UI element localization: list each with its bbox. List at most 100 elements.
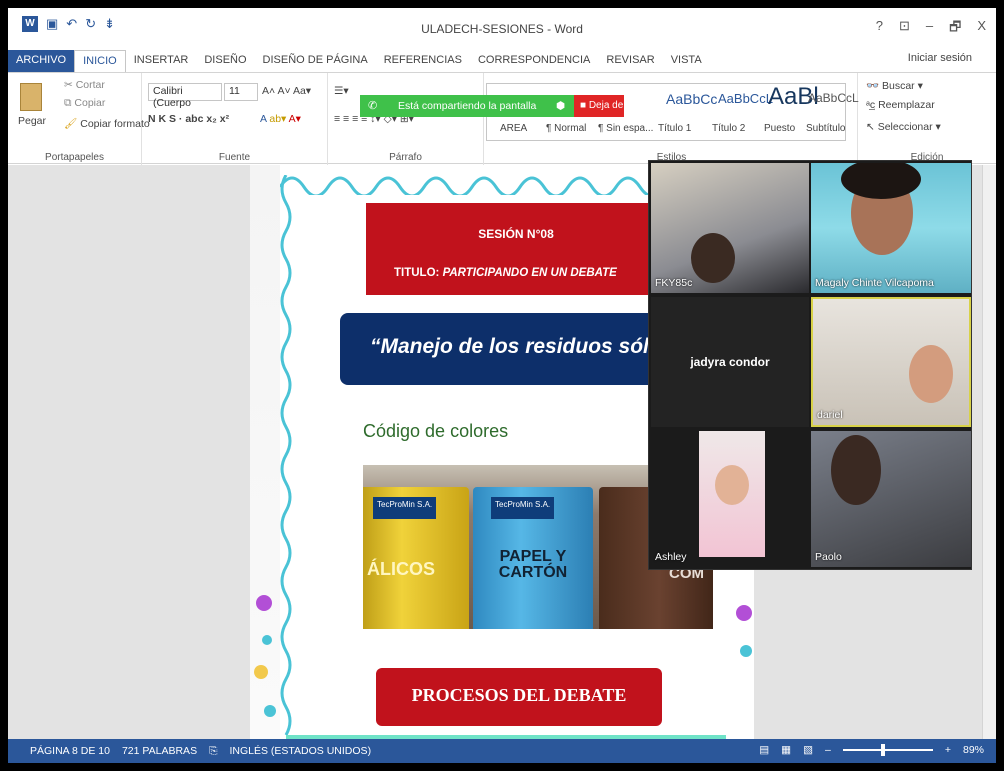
read-mode-icon[interactable]: ▤ bbox=[759, 744, 769, 756]
language-indicator[interactable]: INGLÉS (ESTADOS UNIDOS) bbox=[229, 745, 371, 758]
paste-icon[interactable] bbox=[20, 83, 42, 111]
video-tile[interactable]: jadyra condor bbox=[651, 297, 809, 427]
find-button[interactable]: 👓 Buscar ▾ bbox=[866, 79, 923, 92]
participant-name: Ashley bbox=[655, 551, 687, 563]
blue-bin: TecProMin S.A. PAPEL Y CARTÓN bbox=[473, 487, 593, 629]
bin-brand-tag: TecProMin S.A. bbox=[373, 497, 437, 519]
zoom-slider[interactable] bbox=[842, 744, 933, 756]
font-name-select[interactable]: Calibri (Cuerpo bbox=[148, 83, 222, 109]
cut-button[interactable]: ✂ Cortar bbox=[64, 79, 105, 91]
style-titulo2[interactable]: Título 2 bbox=[712, 123, 745, 134]
stop-icon: ■ bbox=[580, 100, 589, 111]
blue-bin-label: PAPEL Y CARTÓN bbox=[498, 548, 568, 581]
tab-referencias[interactable]: REFERENCIAS bbox=[376, 50, 470, 72]
style-sin-espaciado[interactable]: ¶ Sin espa... bbox=[598, 123, 653, 134]
style-subtitulo[interactable]: Subtítulo bbox=[806, 123, 845, 134]
word-window: W ▣ ↶ ↻ ⇟ ULADECH-SESIONES - Word ? ⊡ – … bbox=[8, 8, 996, 763]
replace-button[interactable]: ᵃ͢c Reemplazar bbox=[866, 99, 935, 111]
tab-correspondencia[interactable]: CORRESPONDENCIA bbox=[470, 50, 598, 72]
participant-name: Paolo bbox=[815, 551, 842, 563]
grow-font-button[interactable]: A˄ A˅ Aa▾ bbox=[262, 85, 311, 97]
style-sample-titulo1[interactable]: AaBbCc bbox=[666, 91, 717, 107]
participant-name: FKY85c bbox=[655, 277, 693, 289]
close-button[interactable]: X bbox=[977, 18, 986, 40]
video-tile[interactable]: Magaly Chinte Vilcapoma bbox=[811, 163, 971, 293]
font-group: Calibri (Cuerpo 11 A˄ A˅ Aa▾ N K S · abc… bbox=[142, 73, 328, 165]
phone-icon: ✆ bbox=[368, 100, 378, 112]
debate-box: PROCESOS DEL DEBATE bbox=[376, 668, 662, 726]
format-painter-label: Copiar formato bbox=[80, 118, 150, 130]
copy-button[interactable]: ⧉ Copiar bbox=[64, 97, 105, 110]
clipboard-group-label: Portapapeles bbox=[45, 152, 104, 163]
paragraph-group-label: Párrafo bbox=[389, 152, 422, 163]
video-tile[interactable]: FKY85c bbox=[651, 163, 809, 293]
copy-icon: ⧉ bbox=[64, 97, 75, 109]
decor-dot bbox=[254, 665, 268, 679]
help-button[interactable]: ? bbox=[876, 18, 883, 40]
styles-group: AaBbCc AaBbCcL AaBl AaBbCcL AREA ¶ Norma… bbox=[486, 73, 859, 165]
paste-button[interactable]: Pegar bbox=[18, 115, 46, 127]
decor-dot bbox=[264, 705, 276, 717]
style-sample-titulo2[interactable]: AaBbCcL bbox=[718, 91, 773, 106]
stop-share-button[interactable]: ■ Deja de bbox=[574, 95, 624, 117]
video-tile[interactable]: Paolo bbox=[811, 431, 971, 567]
title-value: PARTICIPANDO EN UN DEBATE bbox=[442, 267, 617, 279]
style-titulo1[interactable]: Título 1 bbox=[658, 123, 691, 134]
binoculars-icon: 👓 bbox=[866, 80, 882, 92]
paragraph-group: ☰▾ ≡ ≡ ≡ ≡ ↕▾ ◇▾ ⊞▾ Párrafo bbox=[328, 73, 484, 165]
title-bar: W ▣ ↶ ↻ ⇟ ULADECH-SESIONES - Word ? ⊡ – … bbox=[8, 8, 996, 48]
style-sample-subtitulo[interactable]: AaBbCcL bbox=[808, 91, 859, 105]
scissors-icon: ✂ bbox=[64, 79, 76, 91]
yellow-bin: TecProMin S.A. ÁLICOS bbox=[363, 487, 469, 629]
ribbon-tabs: ARCHIVO INICIO INSERTAR DISEÑO DISEÑO DE… bbox=[8, 50, 710, 72]
select-button[interactable]: ↖ Seleccionar ▾ bbox=[866, 121, 941, 133]
style-area[interactable]: AREA bbox=[500, 123, 527, 134]
font-size-select[interactable]: 11 bbox=[224, 83, 258, 101]
replace-icon: ᵃ͢c bbox=[866, 99, 879, 111]
editing-group: 👓 Buscar ▾ ᵃ͢c Reemplazar ↖ Seleccionar … bbox=[858, 73, 996, 165]
video-tile[interactable]: Ashley bbox=[651, 431, 809, 567]
zoom-in-icon[interactable]: + bbox=[945, 744, 951, 756]
tab-diseno[interactable]: DISEÑO bbox=[196, 50, 254, 72]
tab-archivo[interactable]: ARCHIVO bbox=[8, 50, 75, 72]
list-buttons[interactable]: ☰▾ bbox=[334, 85, 349, 97]
ribbon: Pegar ✂ Cortar ⧉ Copiar 🖌 Copiar formato… bbox=[8, 72, 996, 165]
yellow-bin-label: ÁLICOS bbox=[367, 559, 436, 579]
copy-label: Copiar bbox=[74, 97, 106, 109]
participant-name: dariel bbox=[817, 409, 843, 421]
video-tile-active-speaker[interactable]: dariel bbox=[811, 297, 971, 427]
replace-label: Reemplazar bbox=[878, 99, 935, 111]
cursor-icon: ↖ bbox=[866, 121, 878, 133]
participant-silhouette bbox=[831, 435, 881, 505]
signin-link[interactable]: Iniciar sesión bbox=[908, 52, 972, 64]
style-normal[interactable]: ¶ Normal bbox=[546, 123, 586, 134]
topic-text: “Manejo de los residuos sólidos bbox=[370, 335, 693, 358]
zoom-out-icon[interactable]: – bbox=[825, 744, 831, 756]
ribbon-display-button[interactable]: ⊡ bbox=[899, 18, 910, 40]
bin-brand-tag: TecProMin S.A. bbox=[491, 497, 555, 519]
word-count[interactable]: 721 PALABRAS bbox=[122, 745, 197, 758]
tab-revisar[interactable]: REVISAR bbox=[598, 50, 662, 72]
page-indicator[interactable]: PÁGINA 8 DE 10 bbox=[30, 745, 110, 758]
session-number: SESIÓN N°08 bbox=[478, 227, 554, 241]
zoom-level[interactable]: 89% bbox=[963, 744, 984, 756]
restore-button[interactable]: 🗗 bbox=[949, 18, 961, 40]
cut-label: Cortar bbox=[75, 79, 105, 91]
text-effects-button[interactable]: A ab▾ A▾ bbox=[260, 113, 301, 125]
participant-face bbox=[715, 465, 749, 505]
tab-inicio[interactable]: INICIO bbox=[74, 50, 126, 72]
tab-diseno-pagina[interactable]: DISEÑO DE PÁGINA bbox=[255, 50, 376, 72]
zoom-thumb[interactable] bbox=[880, 744, 885, 756]
style-puesto[interactable]: Puesto bbox=[764, 123, 795, 134]
left-wavy-border bbox=[280, 175, 292, 735]
shield-icon: ⬢ bbox=[556, 100, 566, 112]
tab-insertar[interactable]: INSERTAR bbox=[126, 50, 197, 72]
font-format-buttons[interactable]: N K S · abc x₂ x² bbox=[148, 113, 229, 125]
proofing-icon[interactable]: ⎘ bbox=[209, 745, 217, 758]
minimize-button[interactable]: – bbox=[926, 18, 933, 40]
vertical-scrollbar[interactable] bbox=[982, 165, 996, 739]
web-layout-icon[interactable]: ▧ bbox=[803, 744, 813, 756]
tab-vista[interactable]: VISTA bbox=[663, 50, 710, 72]
print-layout-icon[interactable]: ▦ bbox=[781, 744, 791, 756]
format-painter-button[interactable]: 🖌 Copiar formato bbox=[64, 117, 150, 130]
